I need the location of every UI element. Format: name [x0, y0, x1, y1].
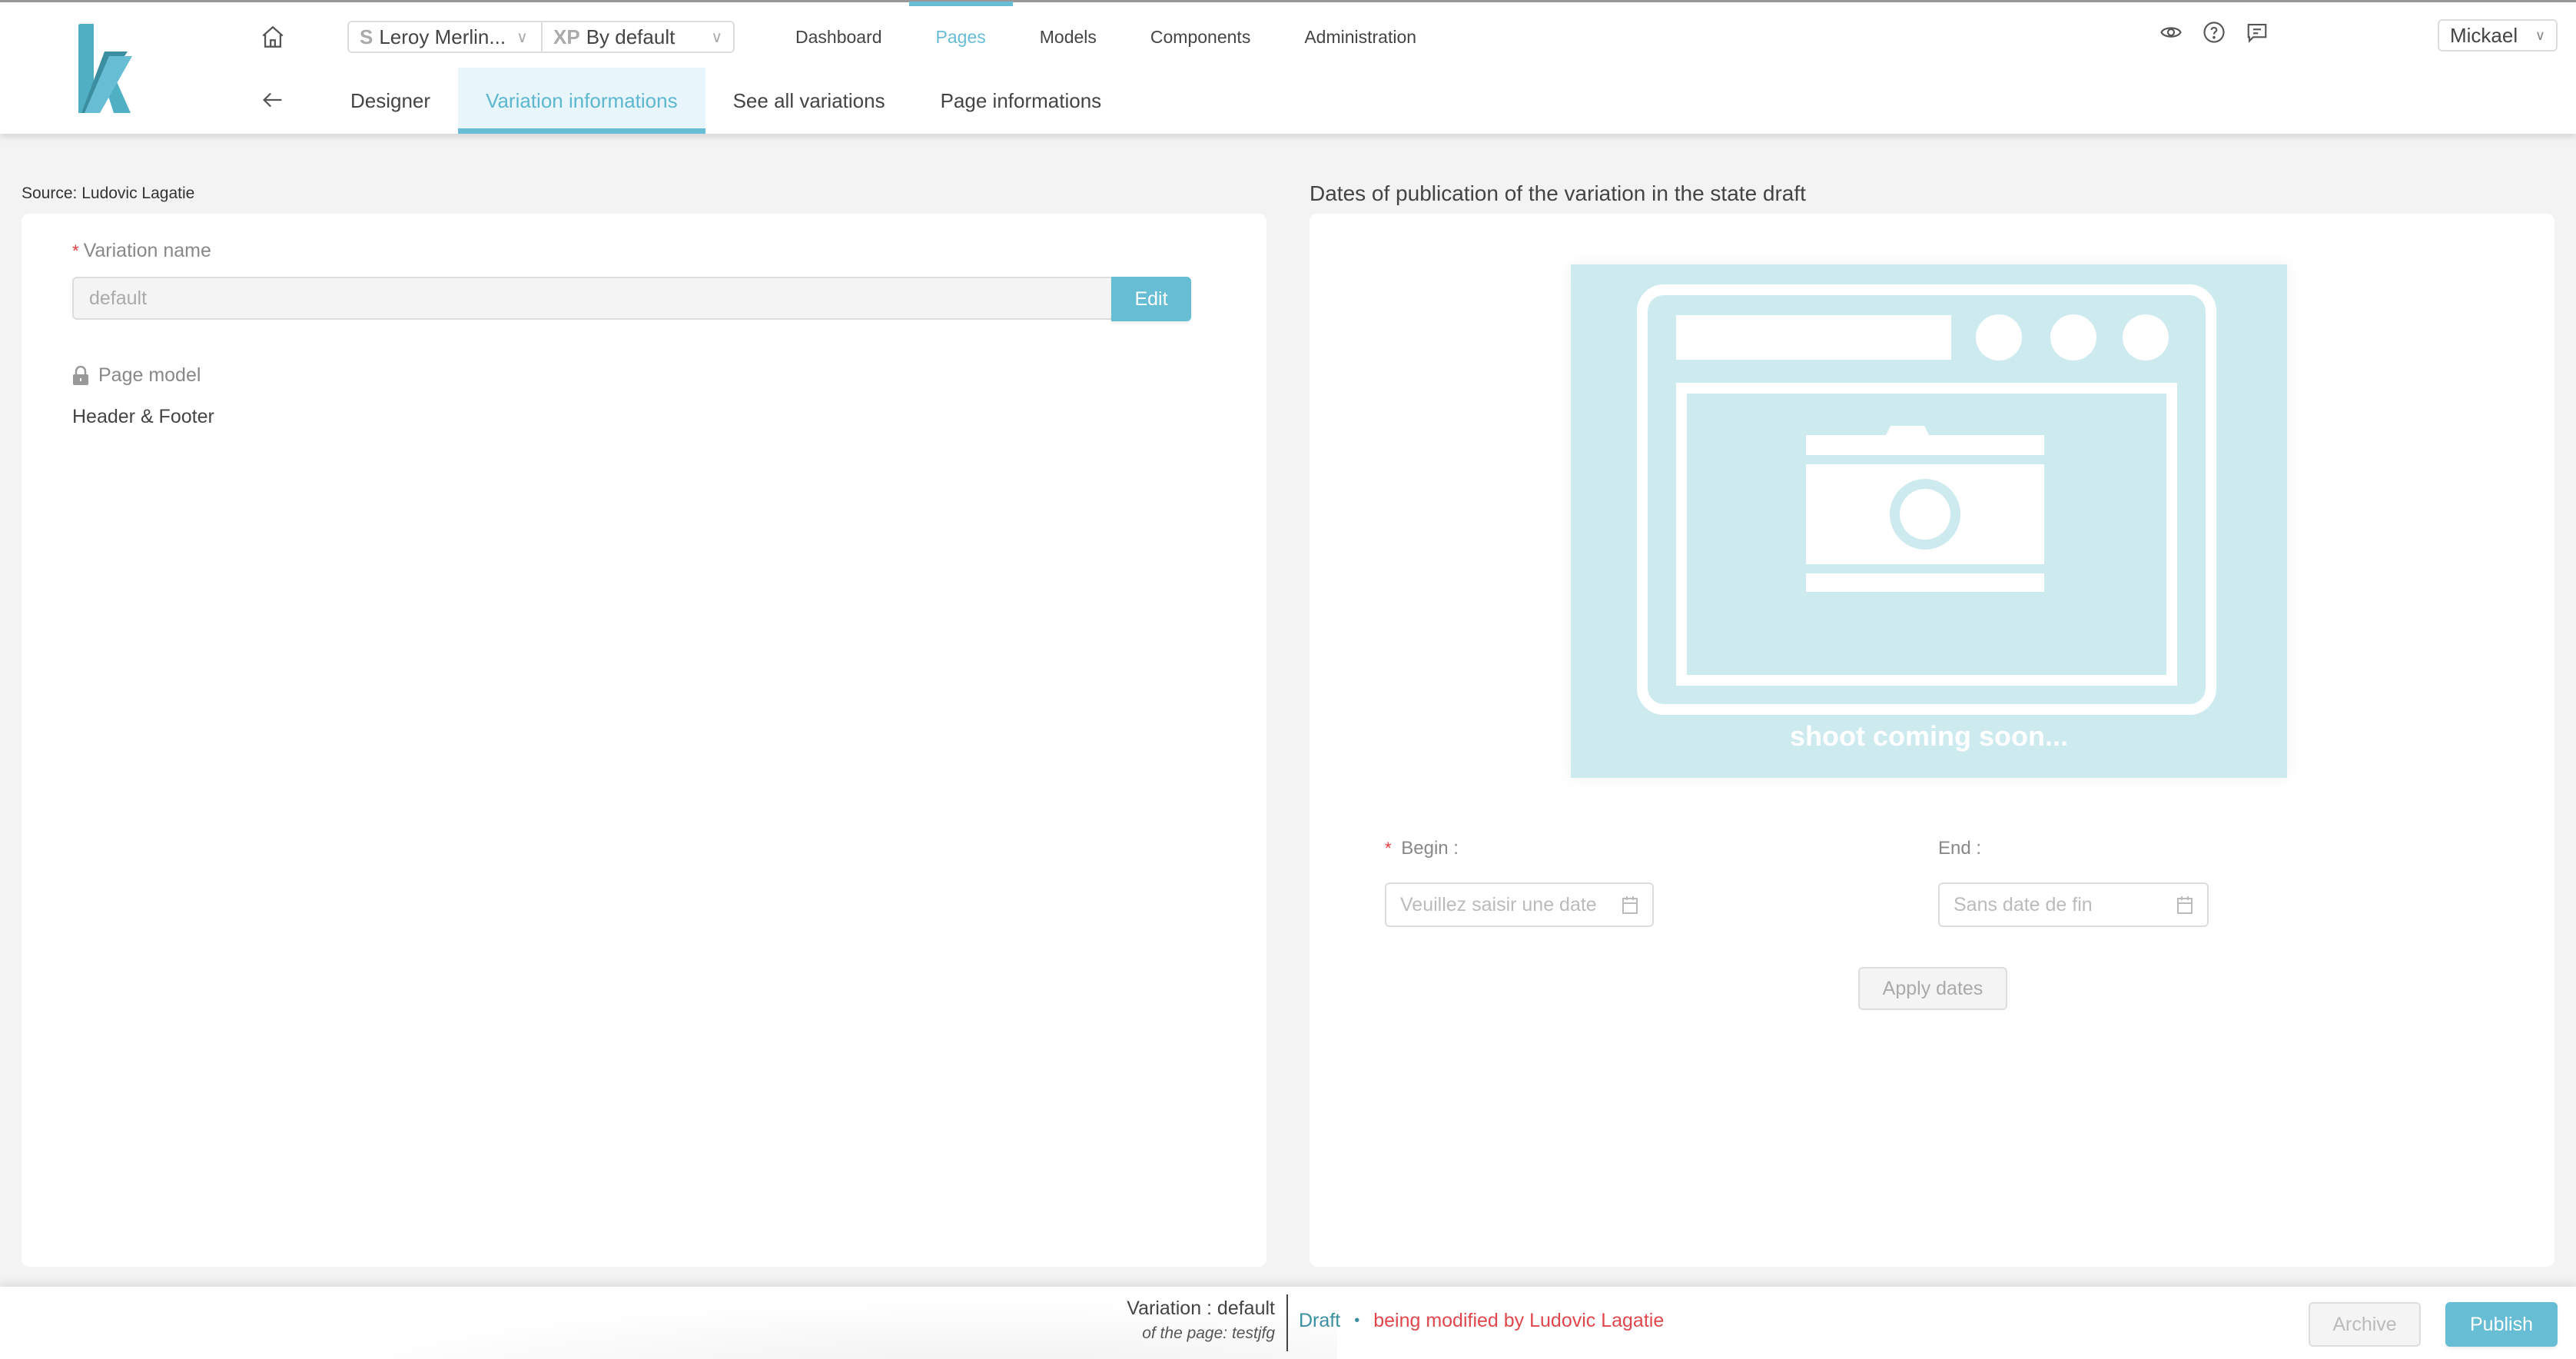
variation-name-input[interactable]: [72, 277, 1111, 320]
nav-dashboard[interactable]: Dashboard: [768, 2, 909, 71]
variation-summary: Variation : default of the page: testjfg: [1127, 1298, 1275, 1343]
camera-placeholder-icon: shoot coming soon...: [1637, 284, 2216, 752]
modified-by-text: being modified by Ludovic Lagatie: [1373, 1310, 1665, 1331]
status-footer: Variation : default of the page: testjfg…: [0, 1287, 2576, 1359]
comment-icon[interactable]: [2246, 21, 2269, 44]
chevron-down-icon: ∨: [2535, 27, 2545, 43]
nav-components[interactable]: Components: [1124, 2, 1277, 71]
main-nav: Dashboard Pages Models Components Admini…: [768, 2, 1443, 71]
begin-date-input[interactable]: Veuillez saisir une date: [1385, 882, 1654, 927]
lock-icon: [73, 365, 88, 385]
end-date-placeholder: Sans date de fin: [1954, 893, 2093, 915]
required-mark: *: [72, 241, 79, 261]
variation-line: Variation : default: [1127, 1298, 1275, 1319]
apply-dates-button[interactable]: Apply dates: [1858, 967, 2007, 1010]
page-model-value: Header & Footer: [72, 406, 214, 427]
begin-date-label: * Begin :: [1385, 838, 1459, 859]
user-name: Mickael: [2450, 23, 2518, 47]
tab-designer[interactable]: Designer: [323, 68, 458, 134]
publication-dates-panel: shoot coming soon... * Begin : End : Veu…: [1310, 214, 2554, 1267]
status-badge: Draft: [1299, 1310, 1341, 1331]
tab-page-informations[interactable]: Page informations: [913, 68, 1130, 134]
required-mark: *: [1385, 839, 1392, 858]
preview-caption: shoot coming soon...: [1790, 720, 2068, 752]
app-header: S Leroy Merlin... ∨ XP By default ∨ Dash…: [0, 2, 2576, 134]
page-tabs: Designer Variation informations See all …: [323, 68, 1129, 134]
variation-name-label: * Variation name: [72, 240, 211, 262]
site-value: Leroy Merlin...: [379, 25, 506, 48]
calendar-icon[interactable]: [1622, 895, 1638, 915]
nav-administration[interactable]: Administration: [1277, 2, 1443, 71]
header-icons: [2159, 21, 2269, 44]
calendar-icon[interactable]: [2176, 895, 2193, 915]
tab-see-all-variations[interactable]: See all variations: [705, 68, 913, 134]
chevron-down-icon: ∨: [711, 28, 722, 46]
site-prefix: S: [360, 25, 373, 48]
variation-name-label-text: Variation name: [83, 240, 211, 261]
help-icon[interactable]: [2203, 21, 2226, 44]
nav-pages[interactable]: Pages: [908, 2, 1013, 71]
experience-selector[interactable]: XP By default ∨: [541, 22, 733, 52]
page-line: of the page: testjfg: [1142, 1324, 1275, 1342]
end-date-label: End :: [1938, 838, 1982, 859]
page-model-label: Page model: [72, 364, 201, 387]
home-icon[interactable]: [260, 24, 286, 50]
page-model-label-text: Page model: [98, 364, 201, 386]
status-separator: •: [1354, 1312, 1360, 1329]
experience-value: By default: [586, 25, 676, 48]
chevron-down-icon: ∨: [516, 28, 528, 46]
publication-dates-title: Dates of publication of the variation in…: [1310, 181, 1806, 205]
experience-prefix: XP: [553, 25, 580, 48]
end-date-input[interactable]: Sans date de fin: [1938, 882, 2209, 927]
source-label: Source: Ludovic Lagatie: [22, 184, 195, 202]
context-selectors: S Leroy Merlin... ∨ XP By default ∨: [347, 21, 735, 53]
site-selector[interactable]: S Leroy Merlin... ∨: [349, 22, 541, 52]
edit-button[interactable]: Edit: [1111, 277, 1191, 321]
arrow-left-icon[interactable]: [260, 87, 286, 113]
begin-label-text: Begin :: [1401, 838, 1459, 859]
tab-variation-informations[interactable]: Variation informations: [458, 68, 705, 134]
footer-divider: [1286, 1294, 1288, 1351]
begin-date-placeholder: Veuillez saisir une date: [1400, 893, 1597, 915]
variation-name-field: Edit: [72, 277, 1191, 321]
page-preview-placeholder: shoot coming soon...: [1571, 264, 2287, 778]
publish-button[interactable]: Publish: [2445, 1302, 2558, 1347]
status-text: Draft • being modified by Ludovic Lagati…: [1299, 1310, 1664, 1332]
archive-button[interactable]: Archive: [2309, 1302, 2421, 1347]
user-menu[interactable]: Mickael ∨: [2438, 19, 2558, 52]
nav-models[interactable]: Models: [1013, 2, 1124, 71]
eye-icon[interactable]: [2159, 21, 2183, 44]
variation-info-panel: * Variation name Edit Page model Header …: [22, 214, 1266, 1267]
k-logo[interactable]: [74, 24, 135, 116]
